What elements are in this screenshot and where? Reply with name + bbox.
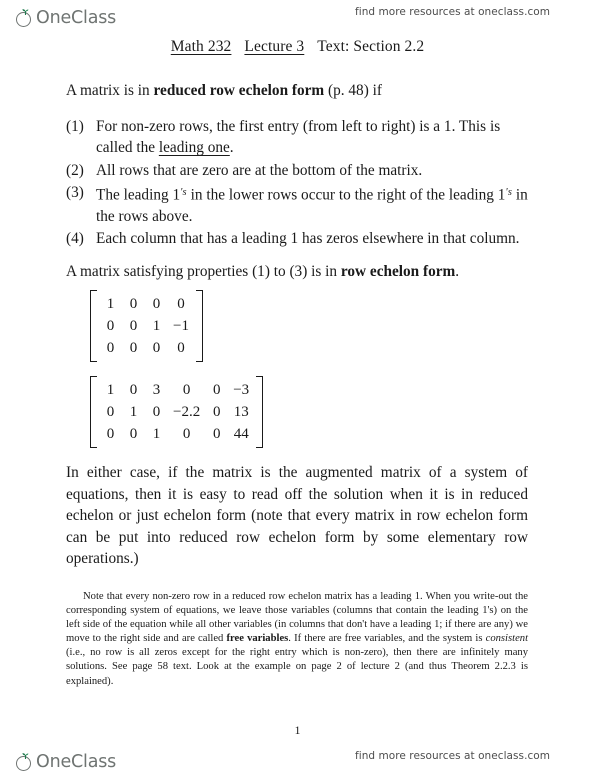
definition-item-3-text: The leading 1 <box>96 186 181 204</box>
row-echelon-term-bold: row echelon form <box>340 262 456 280</box>
note-term-consistent: consistent <box>485 633 529 645</box>
matrix-row: 1 0 3 0 0 −3 <box>99 379 254 401</box>
matrix-cell: 0 <box>152 404 161 421</box>
matrix-cell: 1 <box>106 296 115 313</box>
note-text-part2: . If there are free variables, and the s… <box>288 633 486 645</box>
definition-item-1-underlined-term: leading one <box>158 139 230 156</box>
matrix-cell: 3 <box>152 382 161 399</box>
matrix-1-left-bracket <box>90 290 97 363</box>
watermark-tagline-header: find more resources at oneclass.com <box>355 6 551 18</box>
matrix-cell: −1 <box>173 318 189 335</box>
intro-sentence: A matrix is in reduced row echelon form … <box>66 80 528 102</box>
matrix-cell: 0 <box>106 340 115 357</box>
watermark-footer: OneClass find more resources at oneclass… <box>0 736 595 772</box>
definition-item-1: (1) For non-zero rows, the first entry (f… <box>66 116 528 159</box>
definition-item-2-text: All rows that are zero are at the bottom… <box>96 161 423 179</box>
definition-item-2: (2) All rows that are zero are at the bot… <box>66 160 528 182</box>
matrix-cell: 1 <box>106 382 115 399</box>
matrix-cell: 0 <box>182 382 191 399</box>
document-body: A matrix is in reduced row echelon form … <box>66 80 528 570</box>
matrix-cell: 0 <box>129 296 138 313</box>
intro-term-bold: reduced row echelon form <box>153 82 325 99</box>
matrix-cell: 0 <box>152 340 161 357</box>
title-text-ref: Text: Section 2.2 <box>317 38 425 55</box>
oneclass-sprout-icon-footer <box>16 753 35 772</box>
matrix-cell: 0 <box>212 404 221 421</box>
row-echelon-text-after: . <box>455 262 460 280</box>
watermark-tagline-footer: find more resources at oneclass.com <box>355 750 551 762</box>
matrix-cell: 0 <box>177 296 185 313</box>
intro-text-before: A matrix is in <box>66 82 154 99</box>
matrix-row: 0000 <box>99 337 194 359</box>
matrix-cell: 0 <box>152 296 161 313</box>
definition-list: (1) For non-zero rows, the first entry (f… <box>66 116 528 250</box>
matrix-row: 1000 <box>99 293 194 315</box>
matrix-cell: 13 <box>233 404 249 421</box>
definition-item-3-primes-1: 's <box>180 187 187 198</box>
matrix-row: 0 1 0 −2.2 0 13 <box>99 401 254 423</box>
oneclass-sprout-icon <box>16 9 35 28</box>
definition-item-3-number: (3) <box>66 184 84 201</box>
matrix-row: 0 0 1 0 0 44 <box>99 423 254 445</box>
matrix-cell: 0 <box>212 382 221 399</box>
oneclass-wordmark-footer: OneClass <box>36 752 117 772</box>
matrix-cell: 1 <box>152 426 161 443</box>
matrix-cell: 0 <box>106 318 115 335</box>
note-term-free-variables: free variables <box>226 633 289 645</box>
row-echelon-sentence: A matrix satisfying properties (1) to (3… <box>66 261 528 283</box>
matrix-cell: 1 <box>129 404 138 421</box>
matrix-example-2: 1 0 3 0 0 −3 0 1 0 −2.2 0 13 0 0 1 0 0 44 <box>90 376 264 449</box>
definition-item-3: (3) The leading 1's in the lower rows occ… <box>66 182 528 227</box>
page-title: Math 232 Lecture 3 Text: Section 2.2 <box>0 38 595 56</box>
oneclass-wordmark-header: OneClass <box>36 8 117 28</box>
definition-item-4-text: Each column that has a leading 1 has zer… <box>96 230 520 248</box>
matrix-cell: 0 <box>106 404 115 421</box>
matrix-2-table: 1 0 3 0 0 −3 0 1 0 −2.2 0 13 0 0 1 0 0 44 <box>99 379 254 445</box>
title-course: Math 232 <box>170 38 232 55</box>
matrix-cell: 0 <box>129 426 138 443</box>
note-text-part3: (i.e., no row is all zeros except for th… <box>66 647 528 687</box>
row-echelon-text-before: A matrix satisfying properties (1) to (3… <box>66 262 341 280</box>
note-paragraph: Note that every non-zero row in a reduce… <box>66 590 528 689</box>
definition-item-4-number: (4) <box>66 230 84 248</box>
matrix-cell: 0 <box>129 382 138 399</box>
definition-item-3-text-mid: in the lower rows occur to the right of … <box>186 186 506 204</box>
definition-item-4: (4) Each column that has a leading 1 has … <box>66 228 528 250</box>
definition-item-1-number: (1) <box>66 117 84 135</box>
watermark-header: OneClass find more resources at oneclass… <box>0 0 595 34</box>
matrix-cell: 0 <box>129 318 138 335</box>
matrix-cell: 44 <box>233 426 249 443</box>
matrix-cell: 1 <box>152 318 161 335</box>
definition-item-2-number: (2) <box>66 161 84 179</box>
matrix-1-table: 1 0 0 0 0 0 1 −1 0 0 0 0 <box>99 293 194 359</box>
matrix-cell: 0 <box>177 340 185 357</box>
matrix-example-1: 1 0 0 0 0 0 1 −1 0 0 0 0 <box>90 290 203 363</box>
definition-item-1-text-end: . <box>229 139 234 156</box>
matrix-cell: 0 <box>106 426 115 443</box>
matrix-2-right-bracket <box>256 376 264 449</box>
matrix-2-left-bracket <box>90 376 97 449</box>
oneclass-logo-footer: OneClass <box>16 746 116 772</box>
oneclass-logo-header: OneClass <box>16 2 116 28</box>
matrix-row: 0 0 1 −1 <box>99 315 194 337</box>
matrix-cell: 0 <box>182 426 191 443</box>
matrix-cell: 0 <box>129 340 138 357</box>
definition-item-1-text: For non-zero rows, the first entry (from… <box>96 117 501 157</box>
title-lecture: Lecture 3 <box>244 38 305 55</box>
closing-paragraph: In either case, if the matrix is the aug… <box>66 464 528 568</box>
matrix-cell: −3 <box>233 382 250 399</box>
matrix-cell: 0 <box>212 426 221 443</box>
matrix-1-right-bracket <box>195 290 203 363</box>
matrix-cell: −2.2 <box>173 404 201 421</box>
intro-text-after: (p. 48) if <box>324 82 382 99</box>
